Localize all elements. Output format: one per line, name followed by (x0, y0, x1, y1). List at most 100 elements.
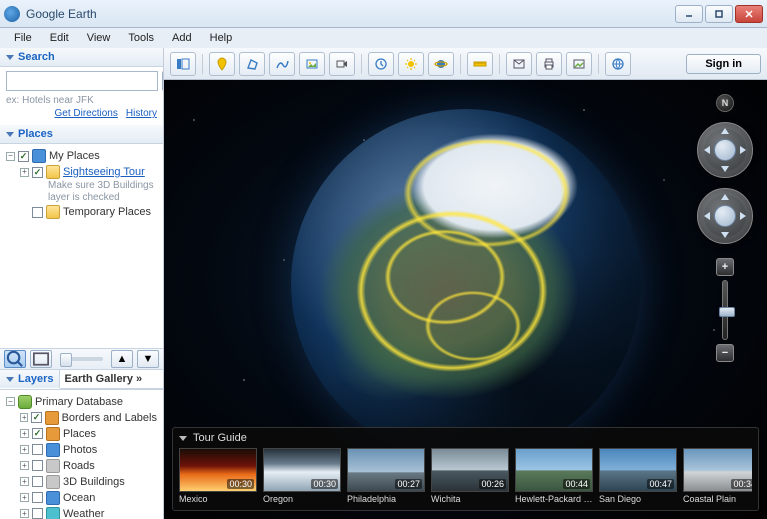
tour-guide-header[interactable]: Tour Guide (179, 432, 752, 444)
search-panel-header[interactable]: Search (0, 48, 163, 67)
menu-tools[interactable]: Tools (120, 30, 162, 46)
expander-icon[interactable]: + (20, 493, 29, 502)
collapse-icon (6, 55, 14, 60)
sightseeing-note: Make sure 3D Buildings (6, 180, 157, 192)
thumb-image: 00:26 (431, 448, 509, 492)
planet-icon[interactable] (428, 52, 454, 76)
thumb-label: Hewlett-Packard Co... (515, 494, 593, 504)
expander-icon[interactable]: + (20, 429, 29, 438)
globe-viewport[interactable]: N + − Tour Guide (164, 80, 767, 519)
layer-icon (46, 507, 60, 519)
checkbox[interactable] (32, 167, 43, 178)
layer-row[interactable]: +Photos (6, 442, 157, 458)
layer-row[interactable]: +Borders and Labels (6, 410, 157, 426)
minimize-button[interactable] (675, 5, 703, 23)
tour-thumbnail[interactable]: 00:30Mexico (179, 448, 257, 504)
expander-icon[interactable]: + (20, 477, 29, 486)
layer-row[interactable]: +3D Buildings (6, 474, 157, 490)
maximize-button[interactable] (705, 5, 733, 23)
history-clock-icon[interactable] (368, 52, 394, 76)
north-indicator[interactable]: N (716, 94, 734, 112)
expander-icon[interactable]: − (6, 397, 15, 406)
layer-row[interactable]: +Ocean (6, 490, 157, 506)
opacity-slider[interactable] (60, 357, 103, 361)
expander-icon[interactable]: + (20, 413, 28, 422)
tree-row-temporary[interactable]: Temporary Places (6, 204, 157, 220)
collapse-icon (6, 377, 14, 382)
earth-globe[interactable] (291, 109, 641, 459)
thumb-duration: 00:44 (563, 479, 590, 489)
places-search-icon[interactable] (4, 350, 26, 368)
tour-thumbnail[interactable]: 00:26Wichita (431, 448, 509, 504)
layer-row[interactable]: +Weather (6, 506, 157, 519)
tree-row-primary-database[interactable]: − Primary Database (6, 394, 157, 410)
checkbox[interactable] (32, 508, 43, 519)
layer-icon (46, 459, 60, 473)
toolbar: Sign in (164, 48, 767, 80)
checkbox[interactable] (32, 476, 43, 487)
places-view-icon[interactable] (30, 350, 52, 368)
move-down-icon[interactable]: ▼ (137, 350, 159, 368)
collapse-icon (179, 436, 187, 441)
close-button[interactable] (735, 5, 763, 23)
email-icon[interactable] (506, 52, 532, 76)
checkbox[interactable] (32, 428, 43, 439)
search-input[interactable] (6, 71, 158, 91)
thumb-image: 00:34 (683, 448, 752, 492)
zoom-slider[interactable] (722, 280, 728, 340)
move-up-icon[interactable]: ▲ (111, 350, 133, 368)
history-link[interactable]: History (126, 108, 157, 119)
checkbox[interactable] (32, 444, 43, 455)
menu-add[interactable]: Add (164, 30, 200, 46)
tree-row-my-places[interactable]: − My Places (6, 148, 157, 164)
placemark-icon[interactable] (209, 52, 235, 76)
save-image-icon[interactable] (566, 52, 592, 76)
app-title: Google Earth (26, 7, 675, 21)
look-joystick[interactable] (697, 122, 753, 178)
menu-file[interactable]: File (6, 30, 40, 46)
menu-view[interactable]: View (79, 30, 119, 46)
expander-icon[interactable]: + (20, 168, 29, 177)
places-panel-header[interactable]: Places (0, 125, 163, 144)
layers-panel-header[interactable]: Layers (0, 370, 60, 388)
ruler-icon[interactable] (467, 52, 493, 76)
checkbox[interactable] (31, 412, 41, 423)
image-overlay-icon[interactable] (299, 52, 325, 76)
path-icon[interactable] (269, 52, 295, 76)
layer-row[interactable]: + Places (6, 426, 157, 442)
record-tour-icon[interactable] (329, 52, 355, 76)
tree-label: Temporary Places (63, 206, 151, 218)
expander-icon[interactable]: + (20, 461, 29, 470)
layer-icon (46, 443, 60, 457)
tour-thumbnail[interactable]: 00:34Coastal Plain (683, 448, 752, 504)
view-in-maps-icon[interactable] (605, 52, 631, 76)
search-title: Search (18, 51, 55, 63)
print-icon[interactable] (536, 52, 562, 76)
expander-icon[interactable]: + (20, 509, 29, 518)
move-joystick[interactable] (697, 188, 753, 244)
tour-thumbnail[interactable]: 00:27Philadelphia (347, 448, 425, 504)
hide-sidebar-icon[interactable] (170, 52, 196, 76)
tour-thumbnail[interactable]: 00:44 Hewlett-Packard Co... (515, 448, 593, 504)
layer-label: Places (63, 428, 96, 440)
layer-icon (46, 475, 60, 489)
expander-icon[interactable]: − (6, 152, 15, 161)
checkbox[interactable] (18, 151, 29, 162)
polygon-icon[interactable] (239, 52, 265, 76)
menu-help[interactable]: Help (202, 30, 241, 46)
zoom-in-button[interactable]: + (716, 258, 734, 276)
zoom-out-button[interactable]: − (716, 344, 734, 362)
menu-edit[interactable]: Edit (42, 30, 77, 46)
expander-icon[interactable]: + (20, 445, 29, 454)
tour-thumbnail[interactable]: 00:30Oregon (263, 448, 341, 504)
layer-row[interactable]: +Roads (6, 458, 157, 474)
sun-icon[interactable] (398, 52, 424, 76)
checkbox[interactable] (32, 207, 43, 218)
sign-in-button[interactable]: Sign in (686, 54, 761, 74)
tour-thumbnail[interactable]: 00:47San Diego (599, 448, 677, 504)
checkbox[interactable] (32, 460, 43, 471)
earth-gallery-button[interactable]: Earth Gallery » (60, 370, 163, 389)
tree-row-sightseeing[interactable]: + Sightseeing Tour (6, 164, 157, 180)
get-directions-link[interactable]: Get Directions (55, 108, 118, 119)
checkbox[interactable] (32, 492, 43, 503)
